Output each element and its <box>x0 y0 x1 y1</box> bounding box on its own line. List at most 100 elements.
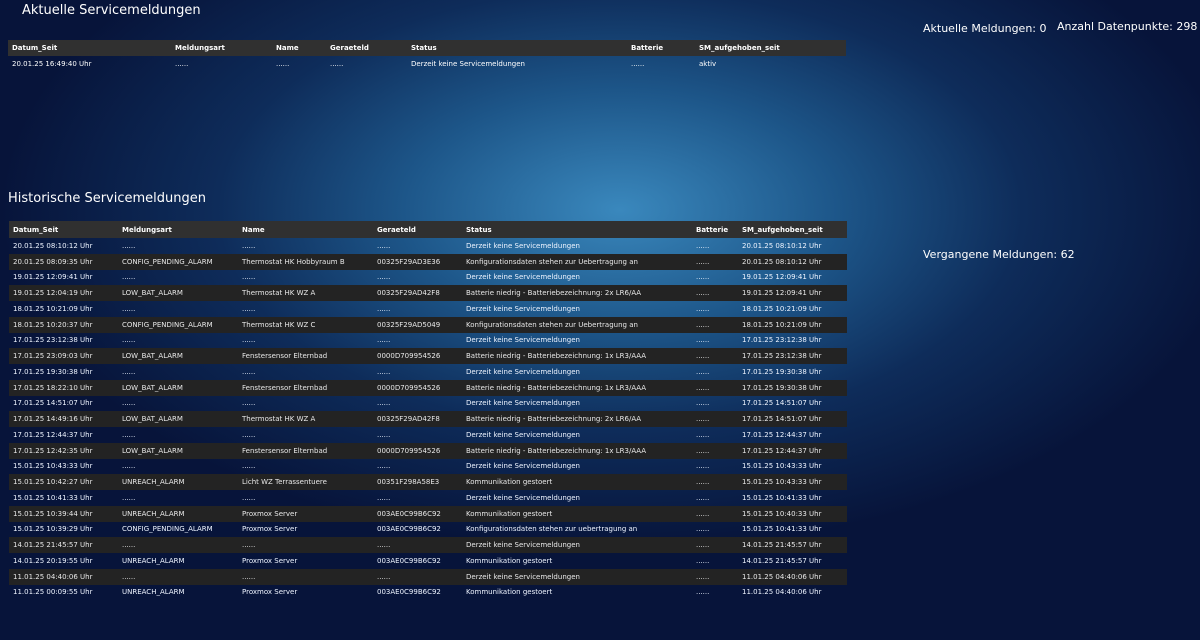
cell-batterie: ...... <box>696 430 710 439</box>
cell-sm-aufgehoben-seit: 11.01.25 04:40:06 Uhr <box>738 568 847 585</box>
table-header-row: Datum_Seit Meldungsart Name Geraeteld St… <box>8 40 846 56</box>
cell-name: ...... <box>242 241 256 250</box>
cell-geraeteid: 00325F29AD5049 <box>373 316 462 333</box>
cell-sm-aufgehoben-seit: 17.01.25 23:12:38 Uhr <box>738 348 847 364</box>
cell-meldungsart: CONFIG_PENDING_ALARM <box>122 525 213 534</box>
column-header-name: Name <box>238 221 373 238</box>
cell-datum-seit: 14.01.25 21:45:57 Uhr <box>9 537 118 553</box>
cell-status: Batterie niedrig - Batteriebezeichnung: … <box>462 411 692 427</box>
column-header-meldungsart: Meldungsart <box>171 40 272 56</box>
cell-status: Derzeit keine Servicemeldungen <box>466 430 580 439</box>
datapoint-count: Anzahl Datenpunkte: 298 <box>1057 20 1198 33</box>
cell-name: Fenstersensor Elternbad <box>238 379 373 396</box>
cell-meldungsart: UNREACH_ALARM <box>118 474 238 490</box>
cell-batterie: ...... <box>696 525 710 534</box>
cell-name: ...... <box>242 336 256 345</box>
cell-batterie: ...... <box>696 462 710 471</box>
cell-sm-aufgehoben-seit: 18.01.25 10:21:09 Uhr <box>738 316 847 333</box>
cell-batterie: ...... <box>696 336 710 345</box>
cell-sm-aufgehoben-seit: aktiv <box>699 60 717 68</box>
cell-meldungsart: ...... <box>118 537 238 553</box>
cell-datum-seit: 18.01.25 10:21:09 Uhr <box>13 304 93 313</box>
cell-name: ...... <box>242 367 256 376</box>
column-header-status: Status <box>407 40 627 56</box>
cell-status: Derzeit keine Servicemeldungen <box>466 367 580 376</box>
cell-sm-aufgehoben-seit: 17.01.25 14:51:07 Uhr <box>742 399 822 408</box>
cell-meldungsart: ...... <box>122 273 136 282</box>
cell-geraeteid: 00325F29AD42F8 <box>373 285 462 301</box>
cell-datum-seit: 15.01.25 10:39:44 Uhr <box>9 505 118 522</box>
cell-batterie: ...... <box>692 348 738 364</box>
table-row: 15.01.25 10:39:44 Uhr UNREACH_ALARM Proxmo… <box>9 505 847 522</box>
cell-status: Batterie niedrig - Batteriebezeichnung: … <box>462 348 692 364</box>
cell-sm-aufgehoben-seit: 19.01.25 12:09:41 Uhr <box>742 273 822 282</box>
cell-geraeteid: 0000D709954526 <box>373 442 462 459</box>
cell-name: ...... <box>242 493 256 502</box>
cell-geraeteid: ...... <box>373 568 462 585</box>
cell-datum-seit: 11.01.25 04:40:06 Uhr <box>9 568 118 585</box>
column-header-status: Status <box>462 221 692 238</box>
cell-meldungsart: ...... <box>118 568 238 585</box>
past-messages-count: Vergangene Meldungen: 62 <box>923 248 1075 261</box>
cell-name: ...... <box>242 304 256 313</box>
cell-name: ...... <box>242 273 256 282</box>
cell-sm-aufgehoben-seit: 17.01.25 12:44:37 Uhr <box>738 442 847 459</box>
cell-batterie: ...... <box>692 505 738 522</box>
cell-datum-seit: 15.01.25 10:42:27 Uhr <box>9 474 118 490</box>
cell-status: Batterie niedrig - Batteriebezeichnung: … <box>462 379 692 396</box>
cell-status: Derzeit keine Servicemeldungen <box>462 568 692 585</box>
cell-batterie: ...... <box>692 253 738 270</box>
table-row: 15.01.25 10:39:29 Uhr CONFIG_PENDING_ALAR… <box>9 522 847 538</box>
cell-meldungsart: CONFIG_PENDING_ALARM <box>118 316 238 333</box>
cell-datum-seit: 19.01.25 12:04:19 Uhr <box>9 285 118 301</box>
cell-status: Batterie niedrig - Batteriebezeichnung: … <box>462 442 692 459</box>
cell-status: Derzeit keine Servicemeldungen <box>466 241 580 250</box>
cell-meldungsart: ...... <box>122 493 136 502</box>
cell-meldungsart: UNREACH_ALARM <box>122 588 185 597</box>
cell-meldungsart: LOW_BAT_ALARM <box>118 285 238 301</box>
cell-sm-aufgehoben-seit: 14.01.25 21:45:57 Uhr <box>742 556 822 565</box>
cell-geraeteid: 0000D709954526 <box>373 379 462 396</box>
cell-status: Kommunikation gestoert <box>462 505 692 522</box>
cell-sm-aufgehoben-seit: 20.01.25 08:10:12 Uhr <box>742 241 822 250</box>
table-row: 17.01.25 23:12:38 Uhr.................. D… <box>9 333 847 349</box>
cell-name: Fenstersensor Elternbad <box>238 348 373 364</box>
column-header-datum-seit: Datum_Seit <box>8 40 171 56</box>
cell-status: Derzeit keine Servicemeldungen <box>466 273 580 282</box>
cell-geraeteid: ...... <box>377 462 391 471</box>
cell-name: Proxmox Server <box>242 556 298 565</box>
cell-datum-seit: 17.01.25 23:09:03 Uhr <box>9 348 118 364</box>
cell-meldungsart: ...... <box>122 399 136 408</box>
cell-sm-aufgehoben-seit: 11.01.25 04:40:06 Uhr <box>742 588 822 597</box>
table-row: 15.01.25 10:43:33 Uhr.................. D… <box>9 459 847 475</box>
cell-status: Konfigurationsdaten stehen zur Uebertrag… <box>462 253 692 270</box>
column-header-sm-aufgehoben-seit: SM_aufgehoben_seit <box>738 221 847 238</box>
cell-geraeteid: ...... <box>377 304 391 313</box>
cell-status: Konfigurationsdaten stehen zur Uebertrag… <box>462 316 692 333</box>
cell-datum-seit: 17.01.25 19:30:38 Uhr <box>13 367 93 376</box>
cell-name: Thermostat HK WZ A <box>238 411 373 427</box>
table-row: 17.01.25 23:09:03 Uhr LOW_BAT_ALARM Fenste… <box>9 348 847 364</box>
cell-sm-aufgehoben-seit: 15.01.25 10:41:33 Uhr <box>742 525 822 534</box>
table-row: 17.01.25 14:51:07 Uhr.................. D… <box>9 396 847 412</box>
cell-name: ...... <box>242 462 256 471</box>
cell-sm-aufgehoben-seit: 19.01.25 12:09:41 Uhr <box>738 285 847 301</box>
cell-datum-seit: 15.01.25 10:41:33 Uhr <box>13 493 93 502</box>
table-row: 17.01.25 14:49:16 Uhr LOW_BAT_ALARM Thermo… <box>9 411 847 427</box>
cell-geraeteid: ...... <box>377 367 391 376</box>
cell-status: Konfigurationsdaten stehen zur uebertrag… <box>466 525 638 534</box>
cell-name: Fenstersensor Elternbad <box>238 442 373 459</box>
cell-sm-aufgehoben-seit: 17.01.25 19:30:38 Uhr <box>738 379 847 396</box>
cell-batterie: ...... <box>692 442 738 459</box>
cell-batterie: ...... <box>696 588 710 597</box>
table-row: 11.01.25 00:09:55 Uhr UNREACH_ALARM Proxmo… <box>9 585 847 601</box>
cell-geraeteid: 00325F29AD42F8 <box>373 411 462 427</box>
cell-meldungsart: LOW_BAT_ALARM <box>118 379 238 396</box>
cell-sm-aufgehoben-seit: 15.01.25 10:43:33 Uhr <box>738 474 847 490</box>
cell-datum-seit: 14.01.25 20:19:55 Uhr <box>13 556 93 565</box>
cell-name: Proxmox Server <box>242 525 298 534</box>
column-header-geraeteid: Geraeteld <box>326 40 407 56</box>
cell-name: Thermostat HK WZ C <box>238 316 373 333</box>
current-messages-table: Datum_Seit Meldungsart Name Geraeteld St… <box>8 40 846 72</box>
cell-datum-seit: 19.01.25 12:09:41 Uhr <box>13 273 93 282</box>
